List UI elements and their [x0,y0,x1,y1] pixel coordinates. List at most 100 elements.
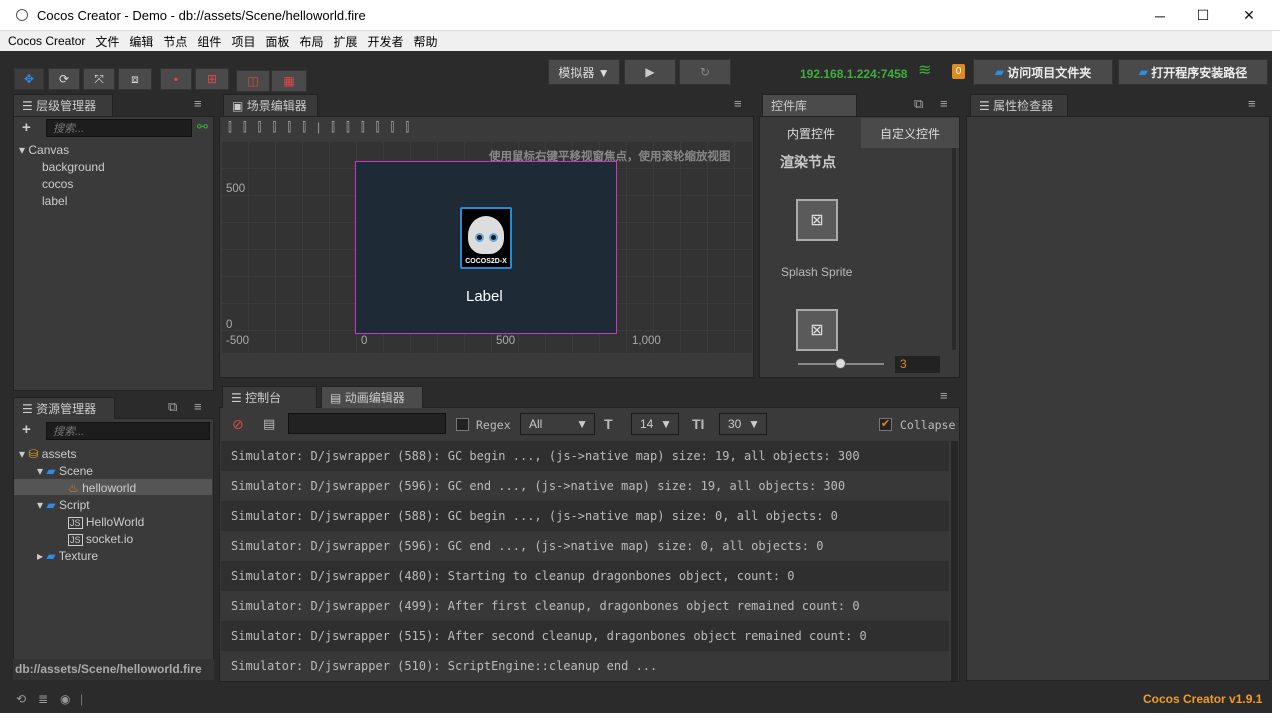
chevron-down-icon: ▼ [660,417,672,431]
hamburger-icon[interactable]: ≡ [194,399,202,414]
menu-component[interactable]: 组件 [197,33,221,50]
hamburger-icon[interactable]: ≡ [1248,96,1256,111]
sprite-placeholder-icon[interactable]: ⊠ [796,309,838,351]
open-install-path-button[interactable]: ▰ 打开程序安装路径 [1118,59,1268,85]
tree-item-canvas[interactable]: ▾ Canvas [19,143,69,157]
tab-inspector[interactable]: ☰ 属性检查器 [970,94,1068,116]
sprite-placeholder-icon[interactable]: ⊠ [796,199,838,241]
scene-label-text[interactable]: Label [466,288,503,305]
menu-project[interactable]: 项目 [231,33,255,50]
menu-cocos-creator[interactable]: Cocos Creator [8,34,85,48]
line-height-select[interactable]: 30 ▼ [719,413,767,435]
tab-animation-editor[interactable]: ▤ 动画编辑器 [321,386,423,408]
console-scrollbar[interactable] [951,441,958,681]
database-icon[interactable]: ≣ [38,692,48,706]
regex-checkbox[interactable] [456,418,469,431]
menu-panel[interactable]: 面板 [265,33,289,50]
menu-node[interactable]: 节点 [163,33,187,50]
loop-icon[interactable]: ⟲ [16,692,26,706]
clear-console-icon[interactable]: ⊘ [232,416,244,433]
add-asset-icon[interactable]: + [22,421,31,438]
hamburger-icon[interactable]: ≡ [940,388,948,403]
widgets-scrollbar[interactable] [952,148,956,350]
chevron-down-icon: ▼ [576,417,588,431]
snap-icon[interactable]: ◫ [236,70,270,92]
tree-item-script-folder[interactable]: ▾ ▰ Script [37,498,90,512]
log-level-select[interactable]: All ▼ [520,413,595,435]
tab-assets[interactable]: ☰ 资源管理器 [13,397,115,419]
close-button[interactable]: ✕ [1226,0,1272,31]
align-tools[interactable]: ⫿⫿⫿⫿⫿⫿|⫿⫿⫿⫿⫿⫿ [228,120,420,135]
menu-file[interactable]: 文件 [95,33,119,50]
pivot-icon[interactable]: ⊞ [195,68,229,90]
tree-item-helloworld[interactable]: ♨ helloworld [68,481,136,495]
log-text: Simulator: D/jswrapper (480): Starting t… [231,569,795,583]
font-size-value: 14 [640,417,654,431]
menu-edit[interactable]: 编辑 [129,33,153,50]
hamburger-icon[interactable]: ≡ [734,96,742,111]
tree-item-helloworld-js[interactable]: JS HelloWorld [68,515,144,529]
grid-icon[interactable]: ▦ [271,70,307,92]
fire-icon: ♨ [68,481,79,495]
rotate-tool-icon[interactable]: ⟳ [48,68,80,90]
console-log-list[interactable]: Simulator: D/jswrapper (588): GC begin .… [221,441,949,681]
popout-icon[interactable]: ⧉ [168,399,177,415]
tab-hierarchy[interactable]: ☰ 层级管理器 [13,94,113,116]
cocos-logo[interactable]: COCOS2D-X [460,207,512,269]
refresh-icon[interactable]: ↻ [679,59,731,85]
menu-layout[interactable]: 布局 [299,33,323,50]
open-log-file-icon[interactable]: ▤ [263,416,275,432]
tree-item-background[interactable]: background [42,160,105,174]
link-icon[interactable]: ⚯ [197,119,208,135]
log-text: Simulator: D/jswrapper (510): ScriptEngi… [231,659,658,673]
widgets-section-title: 渲染节点 [780,154,836,170]
menu-extension[interactable]: 扩展 [333,33,357,50]
menu-help[interactable]: 帮助 [414,33,438,50]
move-tool-icon[interactable]: ✥ [14,68,44,90]
console-filter-input[interactable] [288,413,446,434]
tree-item-cocos[interactable]: cocos [42,177,73,191]
logo-text: COCOS2D-X [465,258,507,265]
regex-label: Regex [476,418,511,432]
rect-tool-icon[interactable]: ⧈ [118,68,152,90]
eye-icon[interactable]: ◉ [60,692,70,706]
triangle-right-icon: ▸ [37,549,44,563]
assets-search-input[interactable]: 搜索... [46,422,210,440]
collapse-checkbox[interactable]: ✔ [879,418,892,431]
zoom-value-input[interactable]: 3 [895,356,940,373]
play-icon[interactable]: ▶ [624,59,676,85]
device-select[interactable]: 模拟器 ▼ [548,59,620,85]
tab-widgets[interactable]: 控件库 [762,94,857,116]
scale-tool-icon[interactable]: ⤧ [83,68,115,90]
socketio-js-label: socket.io [85,532,134,546]
tree-item-texture-folder[interactable]: ▸ ▰ Texture [37,549,98,563]
popout-icon[interactable]: ⧉ [914,96,923,112]
minimize-button[interactable]: ─ [1137,0,1183,31]
collapse-label: Collapse [900,418,956,432]
tab-custom-widgets[interactable]: 自定义控件 [861,118,959,148]
tree-item-socketio-js[interactable]: JS socket.io [68,532,133,546]
folder-icon: ▰ [46,498,56,512]
status-divider: | [80,692,84,706]
ip-address: 192.168.1.224:7458 [800,67,908,81]
menu-developer[interactable]: 开发者 [368,33,404,50]
tree-item-label[interactable]: label [42,194,67,208]
tab-builtin-widgets[interactable]: 内置控件 [762,118,860,148]
log-text: Simulator: D/jswrapper (588): GC begin .… [231,449,860,463]
hamburger-icon[interactable]: ≡ [940,96,948,111]
local-coord-icon[interactable]: ▪ [160,68,192,90]
maximize-button[interactable]: ☐ [1180,0,1226,31]
open-project-folder-button[interactable]: ▰ 访问项目文件夹 [973,59,1113,85]
tree-item-scene-folder[interactable]: ▾ ▰ Scene [37,464,93,478]
tree-item-assets[interactable]: ▾ ⛁ assets [19,447,76,461]
scene-title: 场景编辑器 [246,99,307,113]
hierarchy-search-input[interactable]: 搜索... [46,119,192,137]
font-size-select[interactable]: 14 ▼ [631,413,679,435]
add-node-icon[interactable]: + [22,119,31,136]
tab-scene-editor[interactable]: ▣ 场景编辑器 [223,94,318,116]
zoom-slider-handle[interactable] [835,358,846,369]
hamburger-icon[interactable]: ≡ [194,96,202,111]
folder-icon: ▰ [1138,65,1148,79]
logo-eye-left [475,233,484,242]
tab-console[interactable]: ☰ 控制台 [222,386,317,408]
